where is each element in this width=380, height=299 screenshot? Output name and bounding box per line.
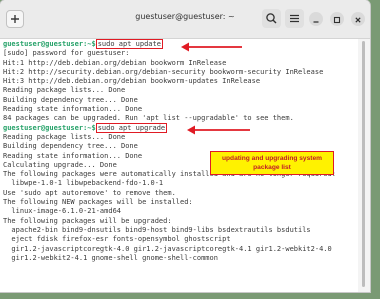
output-line: The following NEW packages will be insta… [3,198,193,207]
scrollbar-thumb[interactable] [362,41,365,287]
output-line: Hit:1 http://deb.debian.org/debian bookw… [3,58,227,67]
output-line: Reading package lists... Done [3,86,126,95]
close-icon [355,17,361,23]
output-line: The following packages will be upgraded: [3,216,172,225]
output-line: Hit:3 http://deb.debian.org/debian bookw… [3,77,261,86]
command-text: sudo apt update [95,39,163,49]
arrow-icon [181,42,242,52]
command-line-upgrade: guestuser@guestuser:~$ sudo apt upgrade [3,122,358,133]
output-line: Reading package lists... Done [3,132,126,141]
output-line: Use 'sudo apt autoremove' to remove them… [3,188,176,197]
output-line: Hit:2 http://security.debian.org/debian-… [3,67,324,76]
output-line: Reading state information... Done [3,105,143,114]
output-line: gir1.2-javascriptcoregtk-4.0 gir1.2-java… [3,244,332,253]
output-block-update: [sudo] password for guestuser: Hit:1 http… [3,49,358,123]
output-line: linux-image-6.1.0-21-amd64 [3,207,122,216]
menu-button[interactable] [285,9,304,28]
output-line: eject fdisk firefox-esr fonts-opensymbol… [3,235,231,244]
output-line: 84 packages can be upgraded. Run 'apt li… [3,114,294,123]
maximize-icon [333,16,341,24]
output-line: apache2-bin bind9-dnsutils bind9-host bi… [3,225,311,234]
close-button[interactable] [351,12,365,26]
scrollbar[interactable] [358,39,370,292]
search-icon [266,13,277,24]
annotation-callout: updating and upgrading system package li… [210,151,334,175]
hamburger-menu-icon [290,14,299,23]
maximize-button[interactable] [330,12,344,26]
minimize-icon [313,21,319,23]
output-line: gir1.2-webkit2-4.1 gnome-shell gnome-she… [3,253,218,262]
output-line: Building dependency tree... Done [3,95,138,104]
search-button[interactable] [262,9,281,28]
title-bar[interactable]: guestuser@guestuser: ~ [0,0,370,39]
prompt: guestuser@guestuser:~$ [3,123,96,132]
minimize-button[interactable] [309,12,323,26]
arrow-icon [187,125,250,135]
prompt: guestuser@guestuser:~$ [3,40,96,48]
output-line: libwpe-1.0-1 libwpebackend-fdo-1.0-1 [3,179,164,188]
command-text: sudo apt upgrade [95,122,168,133]
